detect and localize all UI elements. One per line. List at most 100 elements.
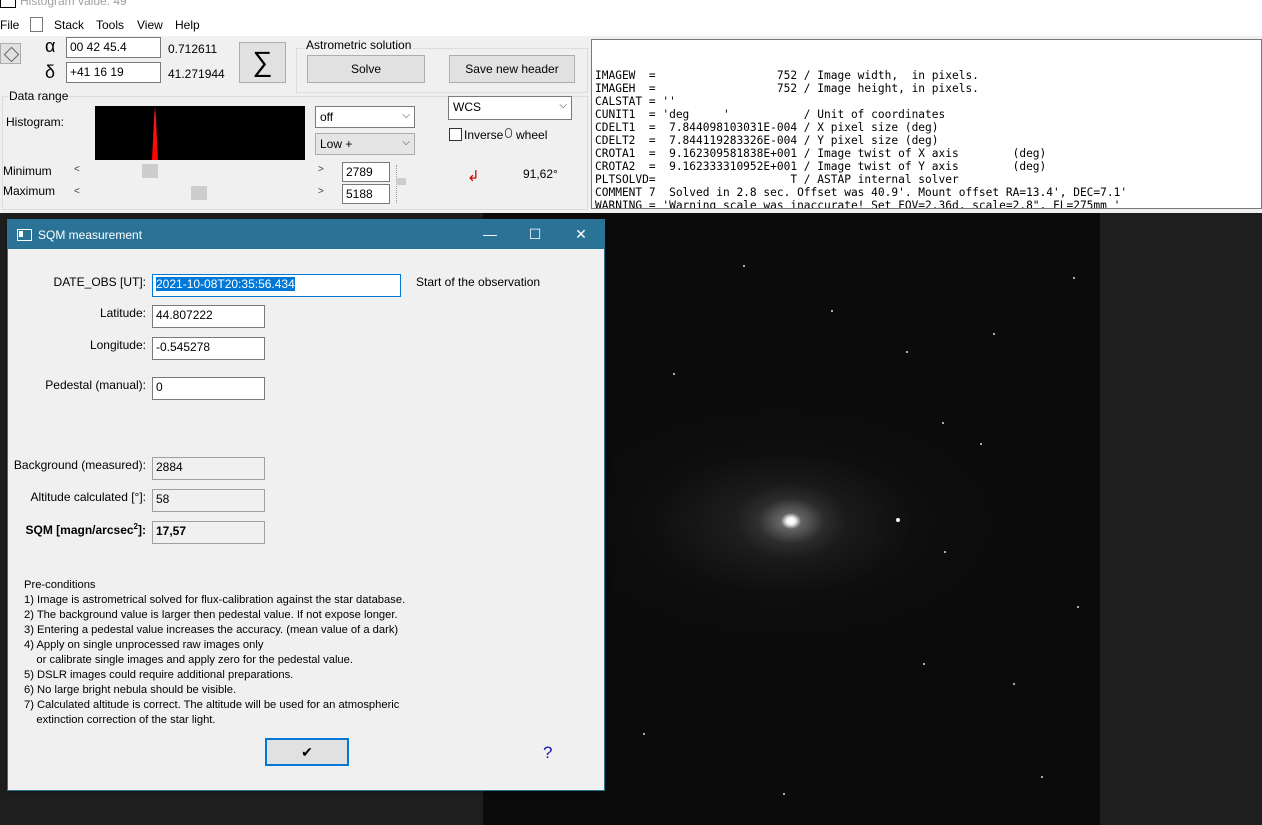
sigma-button[interactable]: ∑	[239, 42, 286, 83]
slider-left-arrow-icon[interactable]: <	[74, 164, 80, 175]
diamond-button[interactable]	[0, 43, 21, 64]
diamond-icon	[3, 46, 20, 63]
vertical-slider-thumb[interactable]	[396, 178, 406, 185]
longitude-label: Longitude:	[89, 338, 146, 352]
ra-decimal: 0.712611	[168, 42, 218, 56]
fits-header-line: CUNIT1 = 'deg ' / Unit of coordinates	[595, 108, 946, 121]
window-title: Histogram value: 49	[20, 0, 127, 8]
astrometric-label: Astrometric solution	[305, 38, 413, 52]
help-link[interactable]: ?	[543, 743, 552, 763]
dialog-titlebar[interactable]: SQM measurement — ☐ ✕	[8, 220, 604, 249]
star	[831, 310, 833, 312]
maximum-slider-thumb[interactable]	[191, 186, 207, 200]
background-label: Background (measured):	[13, 458, 146, 472]
fits-header-line: CALSTAT = ''	[595, 95, 676, 108]
date-obs-hint: Start of the observation	[416, 275, 541, 289]
maximum-slider[interactable]: < >	[72, 186, 330, 200]
stack-icon	[30, 15, 45, 32]
menu-bar: File Stack Tools View Help	[0, 14, 1262, 36]
sqm-value: 17,57	[152, 521, 265, 544]
fits-header-line: CDELT2 = 7.844119283326E-004 / Y pixel s…	[595, 134, 939, 147]
fits-header-line: CROTA1 = 9.162309581838E+001 / Image twi…	[595, 147, 1047, 160]
maximum-input[interactable]: 5188	[342, 184, 390, 204]
slider-right-arrow-icon[interactable]: >	[318, 164, 324, 175]
orientation-arrow-icon: ↲	[467, 168, 480, 185]
minimum-input[interactable]: 2789	[342, 162, 390, 182]
fits-header-memo[interactable]: IMAGEW = 752 / Image width, in pixels. IM…	[591, 39, 1262, 209]
minimum-slider-thumb[interactable]	[142, 164, 158, 178]
wcs-select[interactable]: WCS ⌵	[448, 96, 572, 120]
menu-tools[interactable]: Tools	[96, 18, 124, 32]
close-icon[interactable]: ✕	[566, 224, 596, 244]
star	[944, 551, 946, 553]
slider-left-arrow-icon[interactable]: <	[74, 186, 80, 197]
save-new-header-button[interactable]: Save new header	[449, 55, 575, 83]
sqm-label: SQM [magn/arcsec2]:	[8, 522, 147, 537]
pedestal-input[interactable]: 0	[152, 377, 265, 400]
mouse-icon	[505, 128, 512, 138]
dec-input[interactable]: +41 16 19	[66, 62, 161, 83]
stretch-select[interactable]: Low + ⌵	[315, 133, 415, 155]
star	[1041, 776, 1043, 778]
menu-stack[interactable]: Stack	[54, 18, 84, 32]
wheel-label: wheel	[516, 128, 548, 142]
alpha-symbol: α	[45, 36, 56, 56]
slider-right-arrow-icon[interactable]: >	[318, 186, 324, 197]
window-titlebar: Histogram value: 49	[0, 0, 1262, 14]
vertical-slider[interactable]	[396, 165, 407, 203]
inverse-label: Inverse	[464, 128, 504, 142]
wcs-select-value: WCS	[453, 100, 481, 114]
dialog-title: SQM measurement	[38, 228, 143, 242]
mode-select[interactable]: off ⌵	[315, 106, 415, 128]
maximize-icon[interactable]: ☐	[520, 224, 550, 244]
fits-header-line: CROTA2 = 9.162333310952E+001 / Image twi…	[595, 160, 1047, 173]
fits-header-line: CDELT1 = 7.844098103031E-004 / X pixel s…	[595, 121, 939, 134]
fits-header-line: PLTSOLVD= T / ASTAP internal solver	[595, 173, 959, 186]
sqm-label-text: SQM [magn/arcsec	[25, 523, 134, 537]
solve-button[interactable]: Solve	[307, 55, 425, 83]
chevron-down-icon: ⌵	[559, 100, 567, 111]
sqm-dialog: SQM measurement — ☐ ✕ DATE_OBS [UT]: 202…	[7, 219, 605, 791]
menu-help[interactable]: Help	[175, 18, 200, 32]
menu-file[interactable]: File	[0, 18, 19, 32]
minimum-label: Minimum	[3, 164, 52, 178]
star	[942, 422, 944, 424]
preconditions-text: Pre-conditions 1) Image is astrometrical…	[24, 579, 406, 726]
chevron-down-icon: ⌵	[402, 110, 410, 121]
date-obs-input[interactable]: 2021-10-08T20:35:56.434	[152, 274, 401, 297]
inverse-checkbox[interactable]	[449, 128, 462, 141]
minimize-icon[interactable]: —	[475, 224, 505, 244]
latitude-input[interactable]: 44.807222	[152, 305, 265, 328]
histogram-peak	[152, 106, 158, 160]
star	[923, 663, 925, 665]
stretch-select-value: Low +	[320, 137, 353, 151]
dialog-window-icon	[17, 229, 32, 241]
star	[1077, 606, 1079, 608]
app-icon	[0, 0, 16, 8]
minimum-slider[interactable]: < >	[72, 164, 330, 178]
chevron-down-icon: ⌵	[402, 137, 410, 148]
fits-header-line: IMAGEH = 752 / Image height, in pixels.	[595, 82, 979, 95]
dec-decimal: 41.271944	[168, 67, 225, 81]
background-value: 2884	[152, 457, 265, 480]
star	[896, 518, 900, 522]
histogram-label: Histogram:	[6, 115, 65, 129]
maximum-label: Maximum	[3, 184, 56, 198]
longitude-input[interactable]: -0.545278	[152, 337, 265, 360]
ra-input[interactable]: 00 42 45.4	[66, 37, 161, 58]
menu-view[interactable]: View	[137, 18, 163, 32]
star	[673, 373, 675, 375]
ok-button[interactable]: ✔	[265, 738, 349, 766]
star	[1013, 683, 1015, 685]
star	[783, 793, 785, 795]
sqm-label-suffix: ]:	[138, 523, 146, 537]
star	[980, 443, 982, 445]
fits-header-line: COMMENT 7 Solved in 2.8 sec. Offset was …	[595, 186, 1128, 199]
star	[906, 351, 908, 353]
delta-symbol: δ	[45, 62, 56, 82]
latitude-label: Latitude:	[99, 306, 146, 320]
altitude-label: Altitude calculated [°]:	[30, 490, 146, 504]
star	[1073, 277, 1075, 279]
rotation-angle: 91,62°	[523, 167, 558, 181]
date-obs-value: 2021-10-08T20:35:56.434	[156, 277, 295, 291]
